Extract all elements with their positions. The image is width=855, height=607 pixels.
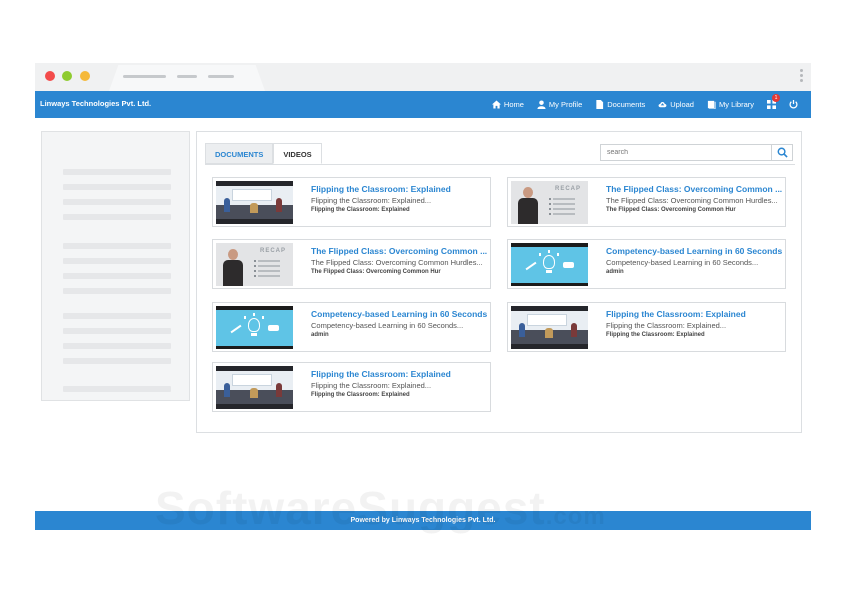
video-meta: Flipping the Classroom: Explained xyxy=(311,207,410,213)
tab-videos[interactable]: VIDEOS xyxy=(273,143,322,164)
search-icon xyxy=(777,147,788,158)
video-card[interactable]: Flipping the Classroom: Explained Flippi… xyxy=(507,302,786,352)
tab-divider xyxy=(205,164,795,165)
video-thumbnail[interactable] xyxy=(511,243,588,286)
video-title[interactable]: The Flipped Class: Overcoming Common ... xyxy=(606,184,782,194)
video-subtitle: Flipping the Classroom: Explained... xyxy=(311,381,432,390)
video-meta: admin xyxy=(311,332,329,338)
video-subtitle: The Flipped Class: Overcoming Common Hur… xyxy=(311,258,483,267)
watermark-suffix: .com xyxy=(545,503,606,530)
nav-home-label: Home xyxy=(503,100,524,109)
video-subtitle: The Flipped Class: Overcoming Common Hur… xyxy=(606,196,778,205)
brand-name[interactable]: Linways Technologies Pvt. Ltd. xyxy=(40,99,151,108)
nav-documents-label: Documents xyxy=(607,100,646,109)
video-card[interactable]: Flipping the Classroom: Explained Flippi… xyxy=(212,177,491,227)
video-subtitle: Flipping the Classroom: Explained... xyxy=(311,196,432,205)
sidebar-placeholder-line xyxy=(63,328,171,334)
user-icon xyxy=(537,100,546,109)
video-meta: Flipping the Classroom: Explained xyxy=(311,392,410,398)
sidebar-placeholder-line xyxy=(63,258,171,264)
nav-my-profile[interactable]: My Profile xyxy=(537,100,582,109)
nav-menu: Home My Profile Documents Upload My Libr… xyxy=(491,91,811,118)
document-icon xyxy=(596,100,604,109)
video-thumbnail[interactable]: RECAP xyxy=(511,181,588,224)
video-thumbnail[interactable] xyxy=(216,366,293,409)
nav-my-profile-label: My Profile xyxy=(548,100,583,109)
sidebar-placeholder-line xyxy=(63,214,171,220)
tab-bar: DOCUMENTS VIDEOS xyxy=(205,143,322,164)
tab-placeholder-line xyxy=(123,75,166,78)
browser-window: Linways Technologies Pvt. Ltd. Home My P… xyxy=(35,63,811,530)
sidebar-placeholder-line xyxy=(63,343,171,349)
watermark-main: SoftwareSuggest xyxy=(155,482,546,534)
video-meta: The Flipped Class: Overcoming Common Hur xyxy=(311,269,441,275)
sidebar xyxy=(41,131,190,401)
video-meta: Flipping the Classroom: Explained xyxy=(606,332,705,338)
search-button[interactable] xyxy=(771,144,793,161)
video-subtitle: Competency-based Learning in 60 Seconds.… xyxy=(606,258,759,267)
tab-placeholder-line xyxy=(177,75,197,78)
minimize-window-dot[interactable] xyxy=(62,71,72,81)
sidebar-placeholder-line xyxy=(63,313,171,319)
nav-my-library[interactable]: My Library xyxy=(707,100,754,109)
logout-button[interactable] xyxy=(789,100,798,109)
apps-notification-button[interactable]: 1 xyxy=(767,94,780,109)
nav-upload[interactable]: Upload xyxy=(658,100,694,109)
maximize-window-dot[interactable] xyxy=(80,71,90,81)
notification-badge: 1 xyxy=(772,94,780,102)
search-input[interactable] xyxy=(600,144,772,161)
top-navbar: Linways Technologies Pvt. Ltd. Home My P… xyxy=(35,91,811,118)
close-window-dot[interactable] xyxy=(45,71,55,81)
video-title[interactable]: Flipping the Classroom: Explained xyxy=(311,369,451,379)
video-thumbnail[interactable]: RECAP xyxy=(216,243,293,286)
browser-tab[interactable] xyxy=(109,65,265,91)
video-card[interactable]: RECAP The Flipped Class: Overcoming Comm… xyxy=(507,177,786,227)
video-title[interactable]: Competency-based Learning in 60 Seconds xyxy=(311,309,487,319)
video-card[interactable]: RECAP The Flipped Class: Overcoming Comm… xyxy=(212,239,491,289)
video-card[interactable]: Competency-based Learning in 60 Seconds … xyxy=(507,239,786,289)
video-thumbnail[interactable] xyxy=(511,306,588,349)
sidebar-placeholder-line xyxy=(63,273,171,279)
video-subtitle: Flipping the Classroom: Explained... xyxy=(606,321,727,330)
video-meta: admin xyxy=(606,269,624,275)
sidebar-placeholder-line xyxy=(63,184,171,190)
sidebar-placeholder-line xyxy=(63,358,171,364)
sidebar-placeholder-line xyxy=(63,386,171,392)
nav-documents[interactable]: Documents xyxy=(595,100,645,109)
nav-upload-label: Upload xyxy=(670,100,694,109)
video-card[interactable]: Flipping the Classroom: Explained Flippi… xyxy=(212,362,491,412)
video-subtitle: Competency-based Learning in 60 Seconds.… xyxy=(311,321,464,330)
video-title[interactable]: Flipping the Classroom: Explained xyxy=(606,309,746,319)
upload-icon xyxy=(658,102,667,108)
tab-documents[interactable]: DOCUMENTS xyxy=(205,143,274,164)
nav-my-library-label: My Library xyxy=(718,100,754,109)
home-icon xyxy=(491,100,501,109)
sidebar-placeholder-line xyxy=(63,243,171,249)
video-thumbnail[interactable] xyxy=(216,306,293,349)
video-title[interactable]: The Flipped Class: Overcoming Common ... xyxy=(311,246,487,256)
power-icon xyxy=(789,100,798,109)
video-card[interactable]: Competency-based Learning in 60 Seconds … xyxy=(212,302,491,352)
watermark: SoftwareSuggest.com xyxy=(155,481,606,535)
browser-chrome xyxy=(35,63,811,91)
video-thumbnail[interactable] xyxy=(216,181,293,224)
nav-home[interactable]: Home xyxy=(491,100,524,109)
tab-placeholder-line xyxy=(208,75,234,78)
sidebar-placeholder-line xyxy=(63,199,171,205)
content-panel: DOCUMENTS VIDEOS Flipping the Classroom:… xyxy=(196,131,802,433)
video-title[interactable]: Flipping the Classroom: Explained xyxy=(311,184,451,194)
sidebar-placeholder-line xyxy=(63,169,171,175)
sidebar-placeholder-line xyxy=(63,288,171,294)
library-icon xyxy=(707,100,716,109)
video-meta: The Flipped Class: Overcoming Common Hur xyxy=(606,207,736,213)
video-title[interactable]: Competency-based Learning in 60 Seconds xyxy=(606,246,782,256)
browser-menu-icon[interactable] xyxy=(800,69,803,84)
